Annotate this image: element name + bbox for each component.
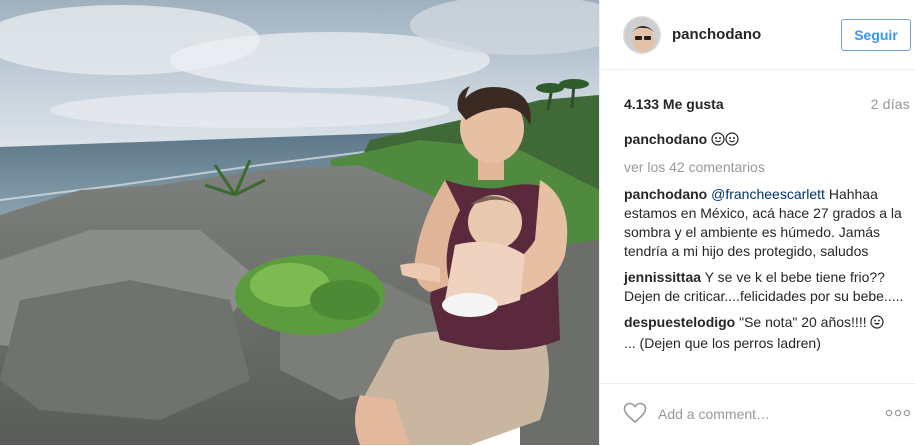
add-comment-input[interactable]: Add a comment… bbox=[658, 406, 770, 422]
post-author-username[interactable]: panchodano bbox=[672, 26, 761, 43]
caption: panchodano bbox=[624, 130, 906, 151]
grinning-face-icon bbox=[870, 315, 885, 334]
caption-username[interactable]: panchodano bbox=[624, 131, 707, 147]
comment-item: jennissittaa Y se ve k el bebe tiene fri… bbox=[624, 268, 906, 306]
avatar[interactable] bbox=[623, 16, 661, 54]
smiling-face-icon bbox=[711, 131, 741, 151]
comment-username[interactable]: despuestelodigo bbox=[624, 314, 735, 330]
comment-item: despuestelodigo "Se nota" 20 años!!!! ..… bbox=[624, 313, 906, 353]
post-photo[interactable] bbox=[0, 0, 599, 445]
comment-username[interactable]: panchodano bbox=[624, 186, 707, 202]
comment-text: "Se nota" 20 años!!!! bbox=[735, 314, 871, 330]
more-options-icon[interactable] bbox=[885, 405, 911, 421]
comments-list: panchodano ver los 42 comentarios pancho… bbox=[624, 130, 906, 360]
post-timestamp[interactable]: 2 días bbox=[871, 96, 910, 112]
post-header: panchodano Seguir bbox=[600, 0, 915, 70]
post-side-panel: panchodano Seguir 4.133 Me gusta 2 días … bbox=[599, 0, 915, 445]
heart-icon[interactable] bbox=[623, 402, 647, 424]
comment-bar: Add a comment… bbox=[600, 383, 915, 446]
comment-username[interactable]: jennissittaa bbox=[624, 269, 701, 285]
follow-button[interactable]: Seguir bbox=[841, 19, 911, 51]
photo-scene bbox=[0, 0, 599, 445]
view-all-comments-link[interactable]: ver los 42 comentarios bbox=[624, 158, 906, 177]
avatar-image bbox=[624, 17, 660, 53]
comment-text-continued: ... (Dejen que los perros ladren) bbox=[624, 335, 821, 351]
comment-mention[interactable]: @francheescarlett bbox=[711, 186, 825, 202]
likes-count[interactable]: 4.133 Me gusta bbox=[624, 96, 724, 112]
comment-item: panchodano @francheescarlett Hahhaa esta… bbox=[624, 185, 906, 261]
